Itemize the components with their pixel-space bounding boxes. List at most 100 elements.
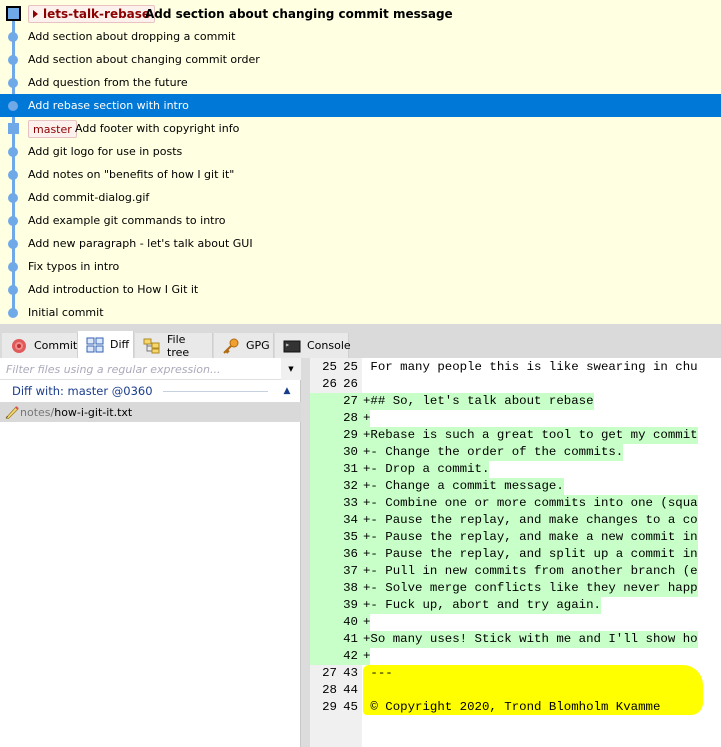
new-line-number: 25 bbox=[343, 360, 358, 374]
line-numbers: 42 bbox=[310, 648, 362, 665]
tab-label: GPG bbox=[246, 339, 270, 352]
commit-message: Add section about dropping a commit bbox=[28, 30, 236, 43]
commit-row[interactable]: Add git logo for use in posts bbox=[0, 140, 721, 163]
new-line-number: 43 bbox=[343, 666, 358, 680]
commit-node-icon bbox=[8, 285, 18, 295]
commit-row[interactable]: Fix typos in intro bbox=[0, 255, 721, 278]
commit-message: Initial commit bbox=[28, 306, 104, 319]
line-numbers: 41 bbox=[310, 631, 362, 648]
commit-row[interactable]: Add new paragraph - let's talk about GUI bbox=[0, 232, 721, 255]
line-numbers: 30 bbox=[310, 444, 362, 461]
file-filter: ▼ bbox=[0, 358, 301, 380]
branch-badge[interactable]: master bbox=[28, 120, 77, 138]
panel-splitter[interactable] bbox=[301, 358, 310, 747]
line-numbers: 33 bbox=[310, 495, 362, 512]
line-numbers: 27 43 bbox=[310, 665, 362, 682]
tab-label: Console bbox=[307, 339, 351, 352]
diff-line-added: 30 +- Change the order of the commits. bbox=[310, 444, 624, 461]
commit-row[interactable]: Add example git commands to intro bbox=[0, 209, 721, 232]
tab-file-tree[interactable]: File tree bbox=[135, 333, 213, 359]
diff-line-context: 28 44 bbox=[310, 682, 363, 699]
branch-badge[interactable]: lets-talk-rebase bbox=[28, 5, 156, 23]
tab-diff[interactable]: Diff bbox=[78, 331, 134, 358]
line-text: +So many uses! Stick with me and I'll sh… bbox=[362, 631, 698, 648]
commit-row[interactable]: Add rebase section with intro bbox=[0, 94, 721, 117]
commit-node-icon bbox=[8, 32, 18, 42]
commit-message: Add notes on "benefits of how I git it" bbox=[28, 168, 235, 181]
diff-line-context: 27 43 --- bbox=[310, 665, 393, 682]
line-text: + bbox=[362, 648, 371, 665]
old-line-number: 28 bbox=[322, 683, 337, 697]
commit-row[interactable]: Add question from the future bbox=[0, 71, 721, 94]
line-text: For many people this is like swearing in… bbox=[363, 360, 698, 374]
commit-node-icon bbox=[8, 78, 18, 88]
new-line-number: 35 bbox=[343, 530, 358, 544]
branch-name: lets-talk-rebase bbox=[43, 7, 151, 21]
line-numbers: 32 bbox=[310, 478, 362, 495]
line-text: +- Pause the replay, and make a new comm… bbox=[362, 529, 698, 546]
commit-row[interactable]: master Add footer with copyright info bbox=[0, 117, 721, 140]
diff-line-added: 41 +So many uses! Stick with me and I'll … bbox=[310, 631, 698, 648]
line-numbers: 27 bbox=[310, 393, 362, 410]
tab-label: Commit bbox=[34, 339, 78, 352]
line-numbers: 35 bbox=[310, 529, 362, 546]
diff-line-added: 28 + bbox=[310, 410, 371, 427]
line-text: +Rebase is such a great tool to get my c… bbox=[362, 427, 698, 444]
tab-console[interactable]: Console bbox=[275, 333, 351, 358]
commit-row[interactable]: Add section about dropping a commit bbox=[0, 25, 721, 48]
commit-row[interactable]: Add introduction to How I Git it bbox=[0, 278, 721, 301]
diff-line-context: 25 25 For many people this is like sweari… bbox=[310, 359, 698, 376]
commit-node-icon bbox=[8, 262, 18, 272]
commit-node-icon bbox=[6, 6, 21, 21]
console-icon bbox=[283, 338, 301, 354]
new-line-number: 30 bbox=[343, 445, 358, 459]
new-line-number: 31 bbox=[343, 462, 358, 476]
file-list-item[interactable]: notes/ how-i-git-it.txt bbox=[0, 402, 301, 422]
file-directory: notes/ bbox=[20, 405, 55, 419]
line-text: +- Pull in new commits from another bran… bbox=[362, 563, 698, 580]
commit-message: Add example git commands to intro bbox=[28, 214, 226, 227]
pencil-icon bbox=[4, 405, 20, 420]
line-text: © Copyright 2020, Trond Blomholm Kvamme bbox=[363, 700, 661, 714]
diff-line-added: 38 +- Solve merge conflicts like they nev… bbox=[310, 580, 698, 597]
commit-icon bbox=[10, 338, 28, 354]
current-branch-arrow-icon bbox=[33, 10, 38, 18]
diff-line-added: 33 +- Combine one or more commits into on… bbox=[310, 495, 698, 512]
commit-message: Add new paragraph - let's talk about GUI bbox=[28, 237, 253, 250]
diff-line-added: 37 +- Pull in new commits from another br… bbox=[310, 563, 698, 580]
commit-node-icon bbox=[8, 170, 18, 180]
new-line-number: 32 bbox=[343, 479, 358, 493]
diff-line-added: 31 +- Drop a commit. bbox=[310, 461, 490, 478]
tab-bar: Commit Diff File tree GPG Console bbox=[0, 324, 721, 359]
line-numbers: 37 bbox=[310, 563, 362, 580]
diff-view: 25 25 For many people this is like sweari… bbox=[310, 358, 721, 747]
line-text: +- Fuck up, abort and try again. bbox=[362, 597, 601, 614]
divider bbox=[162, 390, 268, 392]
commit-message: Add question from the future bbox=[28, 76, 188, 89]
file-tree-icon bbox=[143, 338, 161, 354]
line-text: +- Drop a commit. bbox=[362, 461, 490, 478]
file-filter-input[interactable] bbox=[6, 360, 276, 378]
filter-dropdown-button[interactable]: ▼ bbox=[281, 358, 301, 380]
line-numbers: 39 bbox=[310, 597, 362, 614]
chevron-up-icon[interactable]: ▲ bbox=[278, 386, 296, 396]
diff-line-context: 26 26 bbox=[310, 376, 363, 393]
commit-row[interactable]: lets-talk-rebase Add section about changi… bbox=[0, 2, 721, 25]
commit-message: Add section about changing commit messag… bbox=[145, 6, 453, 21]
line-numbers: 36 bbox=[310, 546, 362, 563]
old-line-number: 25 bbox=[322, 360, 337, 374]
tab-commit[interactable]: Commit bbox=[2, 333, 78, 358]
key-icon bbox=[222, 338, 240, 354]
commit-message: Add section about changing commit order bbox=[28, 53, 260, 66]
chevron-down-icon: ▼ bbox=[288, 365, 294, 373]
diff-line-added: 42 + bbox=[310, 648, 371, 665]
commit-row[interactable]: Add commit-dialog.gif bbox=[0, 186, 721, 209]
commit-row[interactable]: Add section about changing commit order bbox=[0, 48, 721, 71]
commit-node-icon bbox=[8, 123, 19, 134]
tab-gpg[interactable]: GPG bbox=[214, 333, 274, 358]
new-line-number: 26 bbox=[343, 377, 358, 391]
commit-row[interactable]: Initial commit bbox=[0, 301, 721, 324]
diff-with-header[interactable]: Diff with: master @0360 ▲ bbox=[0, 380, 301, 402]
diff-line-added: 32 +- Change a commit message. bbox=[310, 478, 564, 495]
commit-row[interactable]: Add notes on "benefits of how I git it" bbox=[0, 163, 721, 186]
